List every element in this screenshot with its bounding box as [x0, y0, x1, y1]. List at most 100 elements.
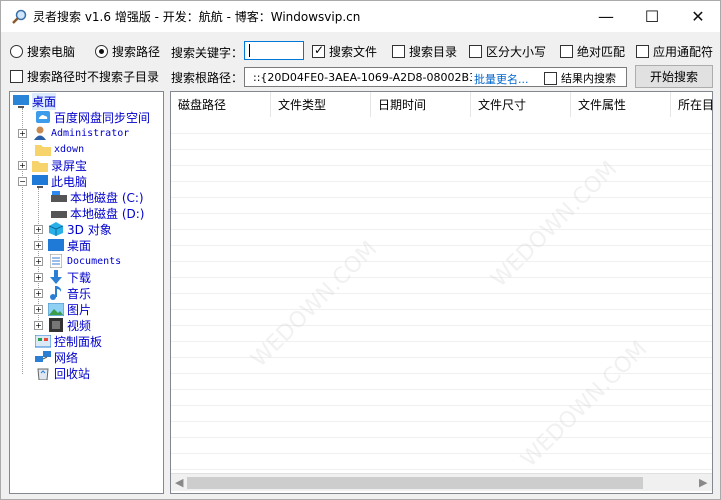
tree-item[interactable]: + 视频	[34, 317, 91, 333]
tree-item[interactable]: + Documents	[34, 253, 121, 269]
maximize-button[interactable]: ☐	[629, 1, 675, 32]
tree-item[interactable]: 百度网盘同步空间	[34, 109, 150, 125]
tree-item[interactable]: 本地磁盘 (C:)	[50, 189, 144, 205]
tree-item-label: 桌面	[32, 92, 57, 110]
title-bar: 灵者搜索 v1.6 增强版 - 开发：航航 - 博客：Windowsvip.cn…	[1, 1, 720, 32]
column-header[interactable]: 日期时间	[371, 92, 471, 117]
picture-icon	[47, 302, 64, 316]
tree-item[interactable]: 网络	[34, 349, 78, 365]
tree-item[interactable]: + 3D 对象	[34, 221, 112, 237]
cloud-icon	[34, 110, 51, 124]
network-icon	[34, 350, 51, 364]
grid-line	[171, 197, 712, 198]
root-path-label: 搜索根路径：	[171, 71, 244, 85]
scroll-right-icon[interactable]: ▶	[699, 476, 707, 489]
checkbox-icon	[636, 45, 649, 58]
case-sensitive-label: 区分大小写	[486, 45, 547, 59]
desktop-icon	[12, 94, 29, 108]
checkbox-icon	[544, 71, 557, 85]
start-search-button[interactable]: 开始搜索	[635, 65, 713, 88]
expand-icon[interactable]: +	[34, 320, 43, 330]
root-path-input[interactable]: ::{20D04FE0-3AEA-1069-A2D8-08002B30309D}…	[244, 67, 627, 87]
tree-item[interactable]: + 音乐	[34, 285, 91, 301]
tree-item[interactable]: xdown	[34, 141, 84, 157]
tree-item[interactable]: − 此电脑	[18, 173, 87, 189]
close-button[interactable]: ✕	[675, 1, 721, 32]
app-window: 灵者搜索 v1.6 增强版 - 开发：航航 - 博客：Windowsvip.cn…	[0, 0, 721, 500]
grid-line	[171, 165, 712, 166]
drive-icon	[50, 206, 67, 220]
results-list[interactable]: 磁盘路径 文件类型 日期时间 文件尺寸 文件属性 所在目录 WEDOWN.COM…	[170, 91, 713, 494]
search-pc-label: 搜索电脑	[27, 45, 76, 59]
tree-item[interactable]: + 桌面	[34, 237, 91, 253]
scroll-left-icon[interactable]: ◀	[175, 476, 183, 489]
search-dirs-checkbox[interactable]: 搜索目录	[392, 43, 457, 60]
checkbox-checked-icon	[312, 43, 325, 58]
column-header[interactable]: 所在目录	[671, 92, 712, 117]
expand-icon[interactable]: +	[34, 304, 43, 314]
keyword-input[interactable]	[244, 41, 304, 60]
no-subdir-label: 搜索路径时不搜索子目录	[27, 70, 160, 84]
checkbox-icon	[10, 70, 23, 83]
grid-line	[171, 469, 712, 470]
horizontal-scrollbar[interactable]: ◀ ▶	[171, 473, 712, 491]
search-in-results-checkbox[interactable]: 结果内搜索	[542, 70, 626, 86]
tree-item[interactable]: 控制面板	[34, 333, 102, 349]
magnifier-app-icon	[12, 9, 27, 24]
tree-item[interactable]: + 录屏宝	[18, 157, 87, 173]
tree-item-label: 本地磁盘 (D:)	[70, 206, 145, 221]
grid-line	[171, 437, 712, 438]
computer-icon	[31, 174, 48, 188]
tree-item[interactable]: 回收站	[34, 365, 90, 381]
radio-icon	[10, 45, 23, 58]
search-pc-radio[interactable]: 搜索电脑	[10, 43, 75, 60]
grid-line	[171, 293, 712, 294]
batch-rename-link[interactable]: 批量更名...	[472, 71, 531, 86]
watermark: WEDOWN.COM	[246, 236, 383, 373]
text-caret	[249, 44, 250, 57]
minimize-button[interactable]: —	[583, 1, 629, 32]
exact-match-checkbox[interactable]: 绝对匹配	[560, 43, 625, 60]
tree-item-label: 桌面	[67, 238, 92, 253]
expand-icon[interactable]: +	[34, 272, 43, 282]
minimize-icon: —	[598, 7, 614, 26]
expand-icon[interactable]: +	[34, 256, 43, 266]
grid-line	[171, 453, 712, 454]
column-header[interactable]: 文件属性	[571, 92, 671, 117]
folder-tree[interactable]: 桌面 百度网盘同步空间 + Administrator xdown + 录屏宝 …	[9, 91, 164, 494]
expand-icon[interactable]: +	[34, 240, 43, 250]
search-path-radio[interactable]: 搜索路径	[95, 43, 160, 60]
expand-icon[interactable]: +	[34, 288, 43, 298]
expand-icon[interactable]: +	[34, 224, 43, 234]
wildcard-label: 应用通配符	[653, 45, 714, 59]
tree-item[interactable]: + Administrator	[18, 125, 129, 141]
search-files-label: 搜索文件	[329, 45, 378, 59]
grid-line	[171, 181, 712, 182]
expand-icon[interactable]: +	[18, 160, 27, 170]
close-icon: ✕	[691, 7, 705, 26]
tree-item-label: Administrator	[51, 127, 130, 139]
tree-item[interactable]: + 图片	[34, 301, 91, 317]
column-header[interactable]: 文件类型	[271, 92, 371, 117]
start-search-label: 开始搜索	[649, 70, 698, 84]
case-sensitive-checkbox[interactable]: 区分大小写	[469, 43, 546, 60]
tree-item-label: 百度网盘同步空间	[54, 110, 151, 125]
grid-line	[171, 149, 712, 150]
column-header[interactable]: 磁盘路径	[171, 92, 271, 117]
expand-icon[interactable]: +	[18, 128, 27, 138]
collapse-icon[interactable]: −	[18, 176, 27, 186]
no-subdir-checkbox[interactable]: 搜索路径时不搜索子目录	[10, 68, 159, 85]
scrollbar-thumb[interactable]	[187, 477, 643, 489]
grid-line	[171, 421, 712, 422]
grid-line	[171, 405, 712, 406]
tree-item[interactable]: 本地磁盘 (D:)	[50, 205, 144, 221]
recycle-bin-icon	[34, 366, 51, 380]
column-header[interactable]: 文件尺寸	[471, 92, 571, 117]
wildcard-checkbox[interactable]: 应用通配符	[636, 43, 713, 60]
grid-line	[171, 261, 712, 262]
tree-item-label: 音乐	[67, 286, 92, 301]
search-files-checkbox[interactable]: 搜索文件	[312, 43, 377, 60]
tree-item[interactable]: + 下载	[34, 269, 91, 285]
desktop-icon	[47, 238, 64, 252]
tree-item[interactable]: 桌面	[12, 92, 57, 110]
